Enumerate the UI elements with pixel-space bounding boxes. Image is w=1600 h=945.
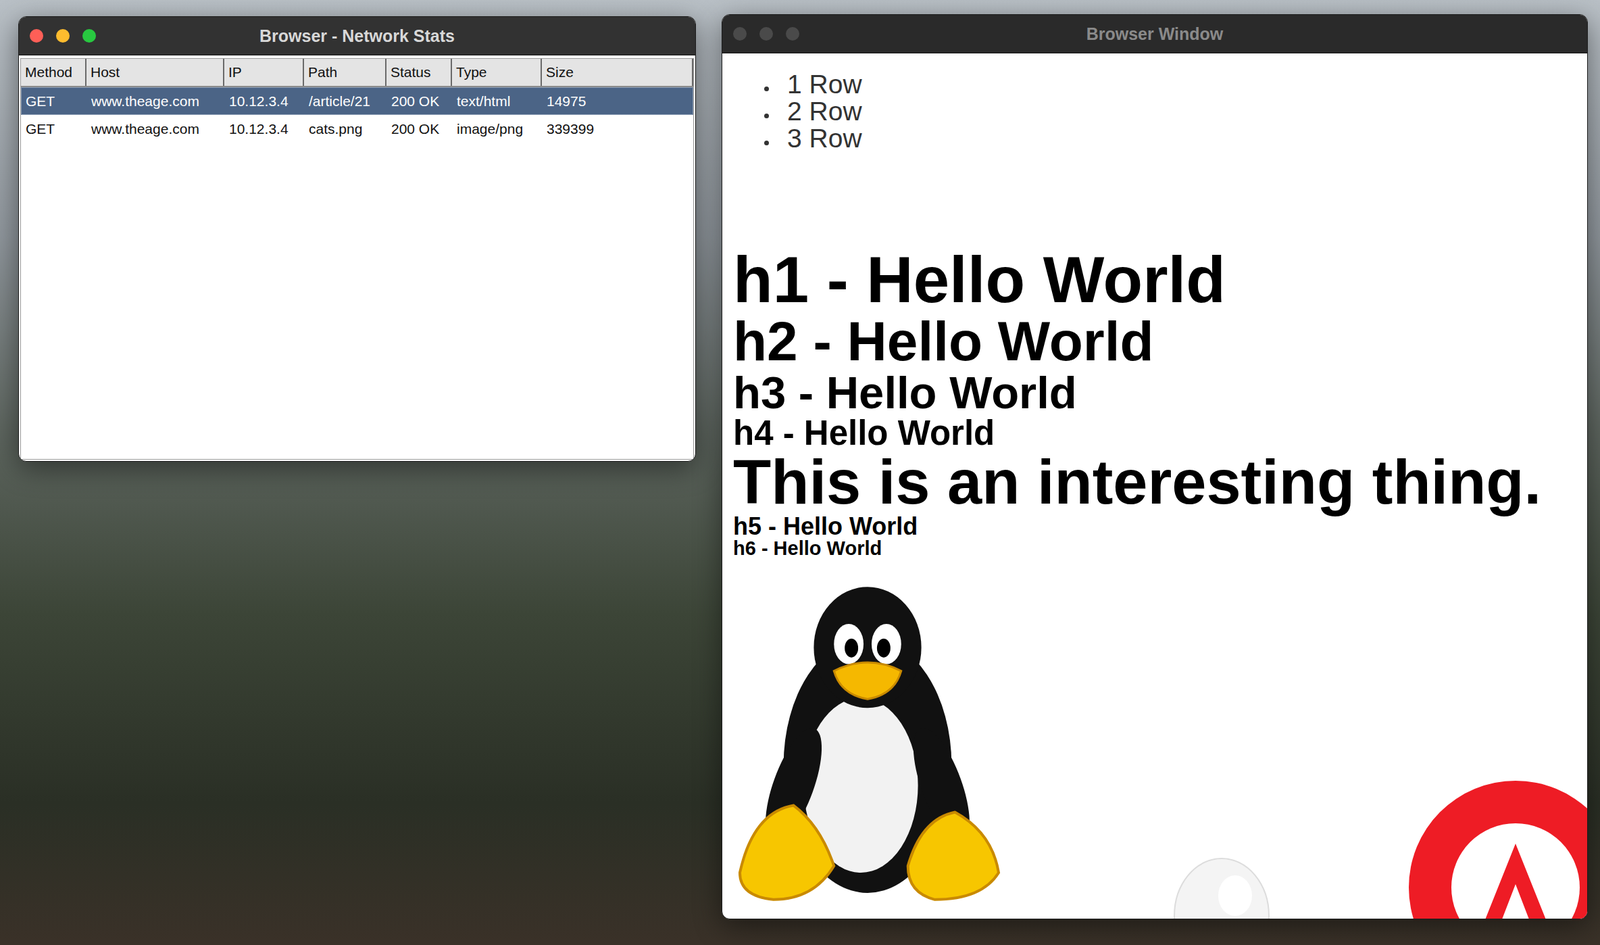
egg-icon [1170,854,1273,919]
column-header[interactable]: Path [304,58,387,86]
column-header[interactable]: Host [86,58,225,86]
image-row [733,583,1588,919]
table-cell: www.theage.com [87,115,225,142]
list-item: 3 Row [777,125,1588,153]
window-title: Browser - Network Stats [259,26,455,46]
table-cell: 10.12.3.4 [225,115,305,142]
logo-icon [1407,779,1588,919]
list-item: 1 Row [777,70,1588,98]
table-cell: 14975 [542,87,693,115]
close-button[interactable] [29,29,44,43]
heading: h4 - Hello World [733,415,1588,451]
minimize-button[interactable] [759,27,773,41]
network-stats-window: Browser - Network StatsMethodHostIPPathS… [18,16,696,462]
title-bar[interactable]: Browser Window [722,14,1588,54]
table-cell: image/png [452,115,543,142]
window-controls [733,14,800,53]
window-controls [29,16,96,55]
text-block: This is an interesting thing. [733,450,1588,515]
column-header[interactable]: Status [386,58,453,86]
headings: h1 - Hello Worldh2 - Hello Worldh3 - Hel… [733,246,1588,559]
table-cell: /article/21 [304,87,388,115]
column-header[interactable]: Method [20,58,87,86]
table-cell: 200 OK [387,87,453,115]
table-cell: text/html [452,87,543,115]
penguin-icon [733,583,1003,907]
table-header: MethodHostIPPathStatusTypeSize [20,58,694,88]
minimize-button[interactable] [56,29,70,43]
desktop: Browser - Network StatsMethodHostIPPathS… [0,0,1600,945]
close-button[interactable] [733,27,747,41]
window-title: Browser Window [1086,24,1224,44]
column-header[interactable]: IP [224,58,305,86]
table-cell: GET [21,87,88,115]
table-cell: GET [21,115,88,142]
heading: h3 - Hello World [733,369,1588,416]
page-content: 1 Row2 Row3 Row h1 - Hello Worldh2 - Hell… [722,53,1588,919]
heading: h5 - Hello World [733,514,1588,540]
browser-window: Browser Window 1 Row2 Row3 Row h1 - Hello … [721,14,1588,919]
list-item: 2 Row [777,97,1588,125]
table-cell: 339399 [542,115,693,142]
heading: h1 - Hello World [733,246,1588,313]
heading: h2 - Hello World [733,312,1588,370]
table-cell: 200 OK [387,115,453,142]
heading: h6 - Hello World [733,538,1588,559]
zoom-button[interactable] [82,29,96,43]
title-bar[interactable]: Browser - Network Stats [18,16,696,56]
bullet-list: 1 Row2 Row3 Row [733,70,1588,153]
table-cell: cats.png [304,115,388,142]
table-row[interactable]: GETwww.theage.com10.12.3.4/article/21200… [20,87,694,115]
table-cell: 10.12.3.4 [225,87,305,115]
table-row[interactable]: GETwww.theage.com10.12.3.4cats.png200 OK… [20,114,694,143]
column-header[interactable]: Type [452,58,542,86]
zoom-button[interactable] [785,27,800,41]
network-table: MethodHostIPPathStatusTypeSizeGETwww.the… [20,58,694,460]
column-header[interactable]: Size [541,58,694,86]
table-cell: www.theage.com [87,87,225,115]
